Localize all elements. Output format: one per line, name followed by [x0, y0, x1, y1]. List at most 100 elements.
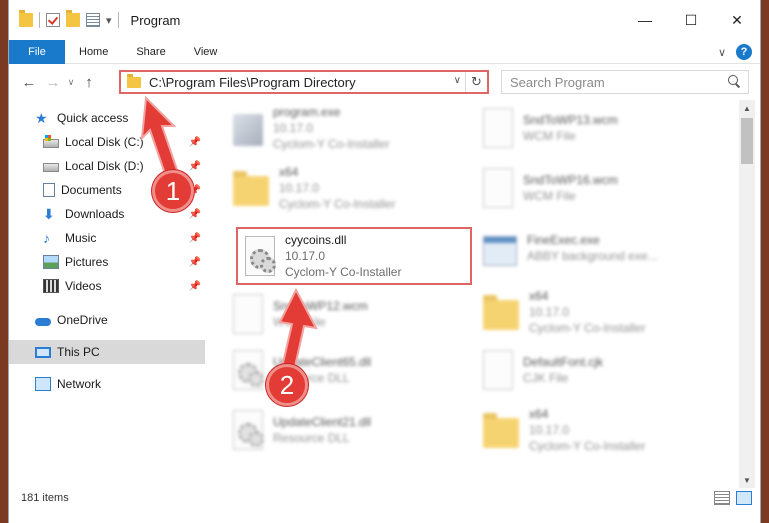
- list-item[interactable]: x64 10.17.0 Cyclom-Y Co-Installer: [475, 286, 715, 338]
- list-item[interactable]: program.exe 10.17.0 Cyclom-Y Co-Installe…: [225, 102, 465, 154]
- pin-icon[interactable]: 📌: [189, 161, 201, 172]
- dll-icon: [233, 410, 264, 450]
- refresh-icon[interactable]: ↻: [465, 72, 487, 92]
- vertical-scrollbar[interactable]: ▲ ▼: [739, 100, 755, 488]
- toolbar-divider: [39, 12, 40, 28]
- address-folder-icon: [127, 73, 141, 88]
- address-bar[interactable]: C:\Program Files\Program Directory ∨ ↻: [119, 70, 489, 94]
- file-name: DefaultFont.cjk: [523, 355, 604, 369]
- help-icon[interactable]: ?: [736, 44, 752, 60]
- onedrive-cloud-icon: [35, 318, 51, 326]
- file-name: SndToWP16.wcm: [523, 173, 618, 187]
- minimize-button[interactable]: —: [622, 0, 668, 40]
- file-description: Cyclom-Y Co-Installer: [529, 439, 646, 453]
- file-type: CJK File: [523, 371, 569, 385]
- annotation-badge-2: 2: [266, 364, 308, 406]
- customize-chevron-icon[interactable]: ▾: [106, 14, 112, 27]
- sidebar-item-quick-access[interactable]: ★ Quick access: [9, 106, 205, 130]
- list-item[interactable]: FineExec.exe ABBY background exe...: [475, 222, 715, 274]
- file-version: 10.17.0: [273, 121, 314, 135]
- back-arrow-icon[interactable]: ←: [17, 70, 41, 94]
- list-item[interactable]: x64 10.17.0 Cyclom-Y Co-Installer: [225, 162, 465, 214]
- document-icon: [483, 108, 513, 148]
- folder-icon: [483, 295, 519, 330]
- document-icon: [483, 350, 513, 390]
- list-item[interactable]: SndToWP12.wcm WCM File: [225, 288, 465, 340]
- pin-icon[interactable]: 📌: [189, 233, 201, 244]
- pin-icon[interactable]: 📌: [189, 137, 201, 148]
- list-item[interactable]: x64 10.17.0 Cyclom-Y Co-Installer: [475, 404, 715, 456]
- computer-icon: [35, 346, 51, 358]
- sidebar-item-music[interactable]: ♪ Music 📌: [9, 226, 205, 250]
- sidebar-item-onedrive[interactable]: OneDrive: [9, 308, 205, 332]
- list-item[interactable]: UpdateClient65.dll Resource DLL: [225, 344, 465, 396]
- pin-icon[interactable]: 📌: [189, 281, 201, 292]
- forward-arrow-icon[interactable]: →: [41, 70, 65, 94]
- tab-file[interactable]: File: [9, 39, 65, 64]
- file-name: UpdateClient21.dll: [273, 415, 372, 429]
- tiles-view-icon[interactable]: [736, 491, 752, 505]
- sidebar-item-network[interactable]: Network: [9, 372, 205, 396]
- tab-view[interactable]: View: [180, 40, 232, 64]
- address-path[interactable]: C:\Program Files\Program Directory: [149, 75, 356, 90]
- downloads-icon: ⬇: [43, 206, 55, 222]
- ribbon-tabs: File Home Share View ∨ ?: [9, 39, 760, 64]
- scroll-down-icon[interactable]: ▼: [739, 472, 755, 488]
- ribbon-right: ∨ ?: [718, 44, 752, 60]
- file-version: 10.17.0: [529, 423, 570, 437]
- maximize-button[interactable]: ☐: [668, 0, 714, 40]
- document-icon: [483, 168, 513, 208]
- ribbon-expand-chevron-icon[interactable]: ∨: [718, 46, 726, 59]
- dll-icon: [233, 350, 264, 390]
- details-view-icon[interactable]: [714, 491, 730, 505]
- folder-icon: [483, 413, 519, 448]
- file-name: program.exe: [273, 105, 341, 119]
- sidebar-item-label: Network: [57, 377, 102, 391]
- file-type: WCM File: [273, 315, 326, 329]
- window-title: Program: [130, 12, 181, 28]
- list-item[interactable]: SndToWP13.wcm WCM File: [475, 102, 715, 154]
- local-disk-icon: [43, 162, 59, 172]
- tab-share[interactable]: Share: [122, 40, 179, 64]
- item-count: 181 items: [21, 492, 69, 504]
- properties-check-icon[interactable]: [46, 13, 60, 27]
- music-icon: ♪: [43, 230, 50, 246]
- file-highlight-box: [236, 227, 472, 285]
- list-item[interactable]: UpdateClient21.dll Resource DLL: [225, 404, 465, 456]
- pin-icon[interactable]: 📌: [189, 257, 201, 268]
- search-box[interactable]: Search Program: [501, 70, 749, 94]
- address-dropdown-icon[interactable]: ∨: [454, 75, 461, 86]
- file-name: SndToWP13.wcm: [523, 113, 618, 127]
- sidebar-item-label: Videos: [65, 279, 102, 293]
- sidebar-item-videos[interactable]: Videos 📌: [9, 274, 205, 298]
- scroll-up-icon[interactable]: ▲: [739, 100, 755, 116]
- sidebar-item-label: Music: [65, 231, 97, 245]
- annotation-badge-1: 1: [152, 170, 194, 212]
- up-arrow-icon[interactable]: ↑: [77, 70, 101, 94]
- customize-toolbar-icon[interactable]: [86, 13, 100, 27]
- network-icon: [35, 377, 51, 391]
- tab-home[interactable]: Home: [65, 40, 122, 64]
- close-button[interactable]: ✕: [714, 0, 760, 40]
- status-bar: 181 items: [9, 488, 760, 508]
- videos-icon: [43, 279, 59, 293]
- file-type: WCM File: [523, 129, 576, 143]
- pin-icon[interactable]: 📌: [189, 209, 201, 220]
- local-disk-icon: [43, 134, 59, 148]
- setup-icon: [233, 114, 263, 146]
- file-name: SndToWP12.wcm: [273, 299, 368, 313]
- explorer-window: ▾ Program — ☐ ✕ File Home Share View ∨ ?…: [8, 0, 761, 523]
- search-placeholder[interactable]: Search Program: [510, 75, 605, 90]
- file-list: program.exe 10.17.0 Cyclom-Y Co-Installe…: [205, 100, 739, 488]
- sidebar-item-label: Downloads: [65, 207, 125, 221]
- list-item[interactable]: DefaultFont.cjk CJK File: [475, 344, 715, 396]
- new-folder-icon[interactable]: [66, 10, 80, 27]
- search-icon[interactable]: [728, 75, 740, 87]
- sidebar-item-pictures[interactable]: Pictures 📌: [9, 250, 205, 274]
- quick-access-toolbar: ▾ Program: [9, 10, 181, 28]
- sidebar-item-this-pc[interactable]: This PC: [9, 340, 205, 364]
- scrollbar-thumb[interactable]: [741, 118, 753, 164]
- recent-locations-chevron-icon[interactable]: ∨: [65, 70, 77, 94]
- sidebar-item-local-disk-c[interactable]: Local Disk (C:) 📌: [9, 130, 205, 154]
- list-item[interactable]: SndToWP16.wcm WCM File: [475, 162, 715, 214]
